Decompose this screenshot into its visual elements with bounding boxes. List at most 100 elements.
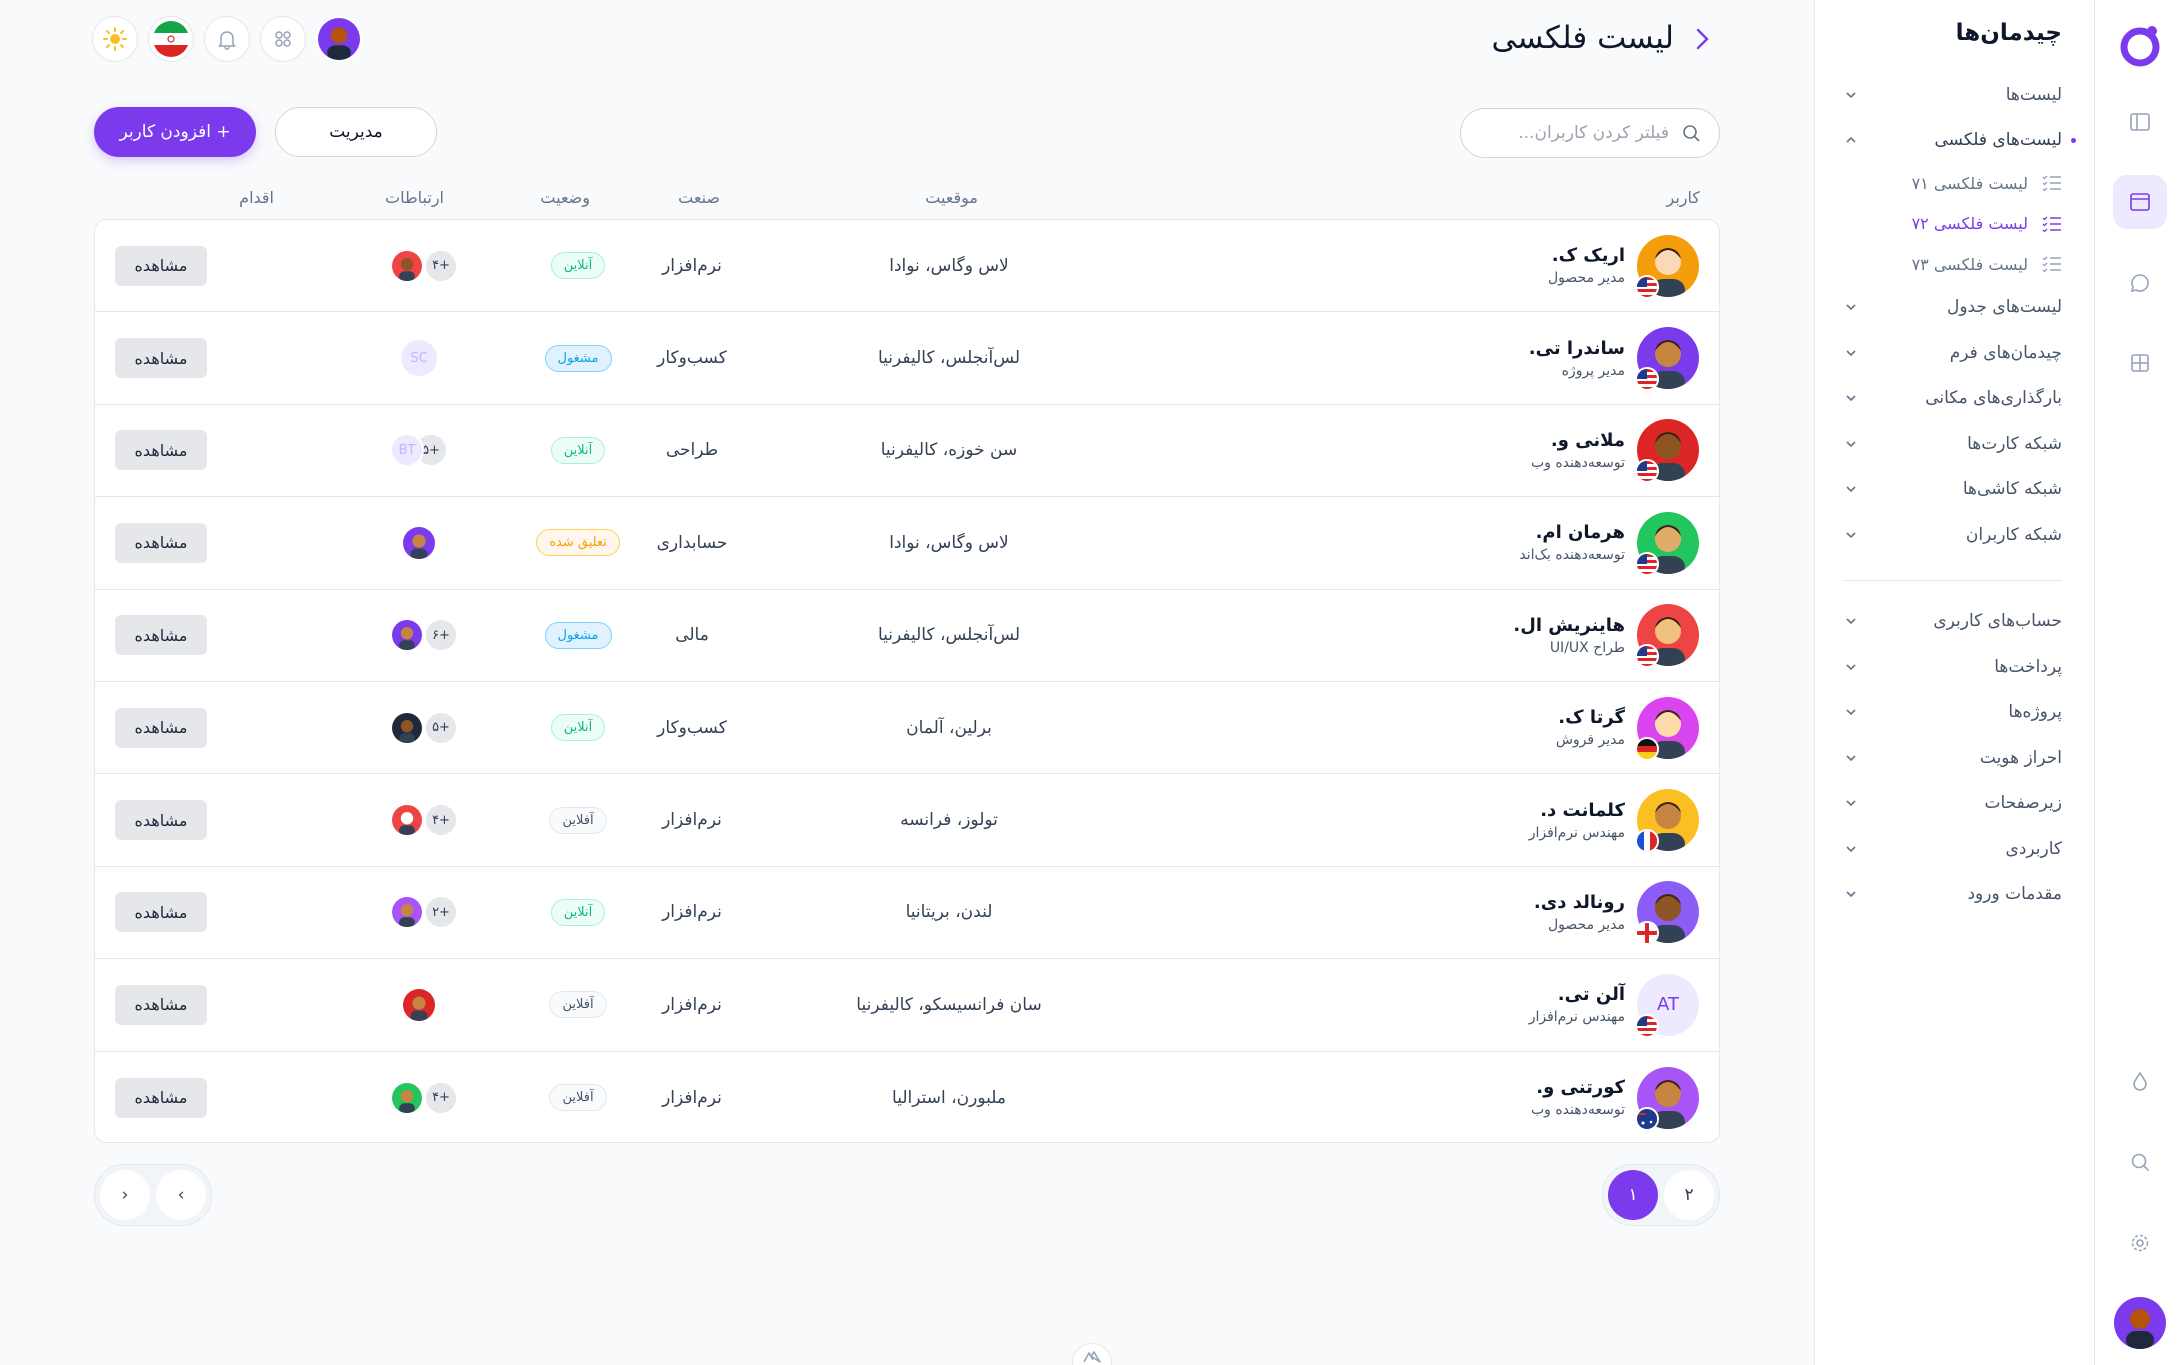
avatar[interactable] [316, 16, 362, 62]
relation-avatar[interactable] [401, 986, 437, 1023]
user-name[interactable]: ملانی و. [1531, 430, 1625, 451]
status-cell: آنلاین [518, 682, 638, 773]
user-name[interactable]: کورتنی و. [1531, 1077, 1625, 1098]
search-icon[interactable] [2113, 1135, 2167, 1189]
sidebar-subitem-flex-72[interactable]: لیست فلکسی ۷۲ [1844, 204, 2062, 245]
view-button[interactable]: مشاهده [115, 892, 207, 933]
add-user-button[interactable]: + افزودن کاربر [94, 107, 256, 157]
location-cell: لاس وگاس، نوادا [889, 532, 1009, 553]
user-name[interactable]: آلن تی. [1529, 984, 1625, 1005]
sidebar-item-subpages[interactable]: زیرصفحات [1844, 781, 2062, 827]
next-page-button[interactable]: › [156, 1170, 206, 1220]
sidebar-item-placeloads[interactable]: بارگذاری‌های مکانی [1844, 376, 2062, 422]
view-button[interactable]: مشاهده [115, 800, 207, 841]
gear-icon[interactable] [2113, 1216, 2167, 1270]
relations-stack[interactable]: +۴ [390, 1080, 458, 1115]
view-button[interactable]: مشاهده [115, 245, 207, 286]
layout-icon[interactable] [2113, 95, 2167, 149]
sidebar-item-projects[interactable]: پروژه‌ها [1844, 690, 2062, 736]
user-name[interactable]: ساندرا تی. [1529, 338, 1625, 359]
view-button[interactable]: مشاهده [115, 615, 207, 656]
sidebar-item-payments[interactable]: پرداخت‌ها [1844, 644, 2062, 690]
user-avatar[interactable] [1635, 511, 1699, 576]
view-button[interactable]: مشاهده [115, 522, 207, 563]
sidebar-subitem-flex-71[interactable]: لیست فلکسی ۷۱ [1844, 163, 2062, 204]
view-button[interactable]: مشاهده [115, 707, 207, 748]
page-button[interactable]: ۲ [1664, 1170, 1714, 1220]
sidebar-item-lists[interactable]: لیست‌ها [1844, 72, 2062, 118]
page-button[interactable]: ۱ [1608, 1170, 1658, 1220]
relations-stack[interactable]: BT +۵ [390, 433, 448, 468]
top-toolbar [92, 16, 362, 62]
prev-page-button[interactable]: ‹ [100, 1170, 150, 1220]
us-flag-icon [1635, 1013, 1659, 1038]
sidebar-item-table-lists[interactable]: لیست‌های جدول [1844, 285, 2062, 331]
sidebar-subitem-flex-73[interactable]: لیست فلکسی ۷۳ [1844, 244, 2062, 285]
user-name[interactable]: گرتا ک. [1556, 707, 1625, 728]
us-flag-icon [1635, 459, 1659, 484]
user-avatar[interactable] [1635, 881, 1699, 946]
drop-icon[interactable] [2113, 1054, 2167, 1108]
action-cell: مشاهده [115, 1052, 207, 1142]
user-avatar[interactable] [1635, 789, 1699, 854]
avatar[interactable] [2114, 1297, 2166, 1349]
sidebar-item-accounts[interactable]: حساب‌های کاربری [1844, 599, 2062, 645]
chat-icon[interactable] [2113, 256, 2167, 310]
user-role: مدیر محصول [1548, 270, 1625, 287]
sidebar-item-label: لیست‌های جدول [1946, 297, 2062, 318]
relations-count: +۵ [424, 710, 458, 745]
status-cell: آفلاین [518, 1052, 638, 1142]
apps-button[interactable] [260, 16, 306, 62]
sidebar-item-auth[interactable]: احراز هویت [1844, 735, 2062, 781]
user-name[interactable]: هاینریش ال. [1513, 615, 1625, 636]
user-avatar[interactable] [1635, 604, 1699, 669]
user-name[interactable]: رونالد دی. [1534, 892, 1625, 913]
view-button[interactable]: مشاهده [115, 984, 207, 1025]
relations-stack[interactable]: +۴ [390, 803, 458, 838]
theme-toggle[interactable] [92, 16, 138, 62]
chevron-left-icon[interactable] [1690, 24, 1714, 54]
language-button[interactable] [148, 16, 194, 62]
sidebar-item-user-grid[interactable]: شبکه کاربران [1844, 512, 2062, 558]
user-avatar[interactable] [1635, 696, 1699, 761]
location-cell: لاس وگاس، نوادا [889, 255, 1009, 276]
sidebar-item-label: چیدمان‌های فرم [1949, 342, 2062, 363]
view-button[interactable]: مشاهده [115, 430, 207, 471]
user-avatar[interactable] [1635, 327, 1699, 392]
sidebar-item-utility[interactable]: کاربردی [1844, 826, 2062, 872]
sidebar-item-tile-grid[interactable]: شبکه کاشی‌ها [1844, 467, 2062, 513]
relations-stack[interactable]: +۵ [390, 710, 458, 745]
status-badge: آفلاین [549, 1084, 607, 1112]
action-cell: مشاهده [115, 682, 207, 773]
user-name[interactable]: هرمان ام. [1519, 522, 1625, 543]
view-button[interactable]: مشاهده [115, 1077, 207, 1118]
search-field[interactable] [1460, 108, 1720, 158]
relation-initials[interactable]: SC [401, 340, 437, 377]
user-avatar[interactable] [1635, 419, 1699, 484]
user-name[interactable]: کلمانت د. [1529, 800, 1625, 821]
user-name[interactable]: اریک ک. [1548, 245, 1625, 266]
sidebar-item-onboarding[interactable]: مقدمات ورود [1844, 872, 2062, 918]
relation-avatar[interactable] [401, 524, 437, 561]
sidebar-item-form-layouts[interactable]: چیدمان‌های فرم [1844, 330, 2062, 376]
sidebar-item-flex-lists[interactable]: لیست‌های فلکسی [1844, 118, 2076, 164]
manage-button[interactable]: مدیریت [275, 107, 437, 157]
user-avatar[interactable]: AT [1635, 973, 1699, 1038]
relations-stack[interactable]: +۴ [390, 248, 458, 283]
notifications-button[interactable] [204, 16, 250, 62]
table-row: رونالد دی. مدیر محصول لندن، بریتانیا نرم… [95, 867, 1719, 960]
relations-stack[interactable]: +۶ [390, 618, 458, 653]
grid-icon[interactable] [2113, 336, 2167, 390]
action-cell: مشاهده [115, 312, 207, 403]
window-icon[interactable] [2113, 175, 2167, 229]
view-button[interactable]: مشاهده [115, 338, 207, 379]
location-cell: برلین، آلمان [906, 717, 992, 738]
relations-stack[interactable]: +۲ [390, 895, 458, 930]
user-avatar[interactable] [1635, 1066, 1699, 1131]
action-cell: مشاهده [115, 497, 207, 588]
sidebar-item-card-grid[interactable]: شبکه کارت‌ها [1844, 421, 2062, 467]
search-input[interactable] [1489, 123, 1669, 143]
table-row: اریک ک. مدیر محصول لاس وگاس، نوادا نرم‌ا… [95, 220, 1719, 313]
logo-icon[interactable] [2117, 22, 2163, 68]
user-avatar[interactable] [1635, 234, 1699, 299]
